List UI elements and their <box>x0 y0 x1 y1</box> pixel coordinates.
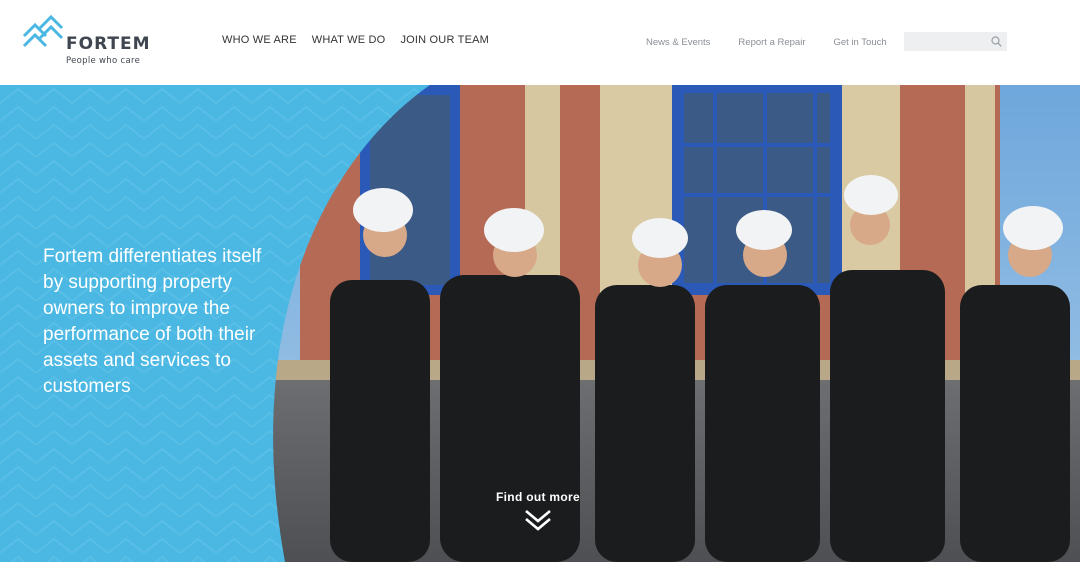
util-link-report-repair[interactable]: Report a Repair <box>738 37 805 48</box>
site-header: FORTEM People who care WHO WE ARE WHAT W… <box>0 0 1080 85</box>
utility-nav: News & Events Report a Repair Get in Tou… <box>646 37 887 48</box>
search-icon <box>991 36 1002 47</box>
double-chevron-down-icon <box>525 510 551 531</box>
fortem-logo[interactable]: FORTEM People who care <box>22 14 162 70</box>
find-out-more-label: Find out more <box>496 490 580 504</box>
search-input[interactable] <box>904 32 986 51</box>
nav-item-what-we-do[interactable]: WHAT WE DO <box>312 34 386 46</box>
find-out-more-link[interactable]: Find out more <box>478 490 598 532</box>
brand-name: FORTEM <box>66 34 151 54</box>
hero-banner: Fortem differentiates itself by supporti… <box>0 85 1080 562</box>
logo-chevrons-icon <box>22 14 64 48</box>
util-link-get-in-touch[interactable]: Get in Touch <box>833 37 886 48</box>
nav-item-join-our-team[interactable]: JOIN OUR TEAM <box>400 34 489 46</box>
hero-headline: Fortem differentiates itself by supporti… <box>43 246 262 397</box>
main-nav: WHO WE ARE WHAT WE DO JOIN OUR TEAM <box>222 34 489 46</box>
search-box <box>904 32 1007 51</box>
search-button[interactable] <box>986 32 1007 51</box>
nav-item-who-we-are[interactable]: WHO WE ARE <box>222 34 297 46</box>
util-link-news-events[interactable]: News & Events <box>646 37 710 48</box>
brand-tagline: People who care <box>66 56 141 66</box>
